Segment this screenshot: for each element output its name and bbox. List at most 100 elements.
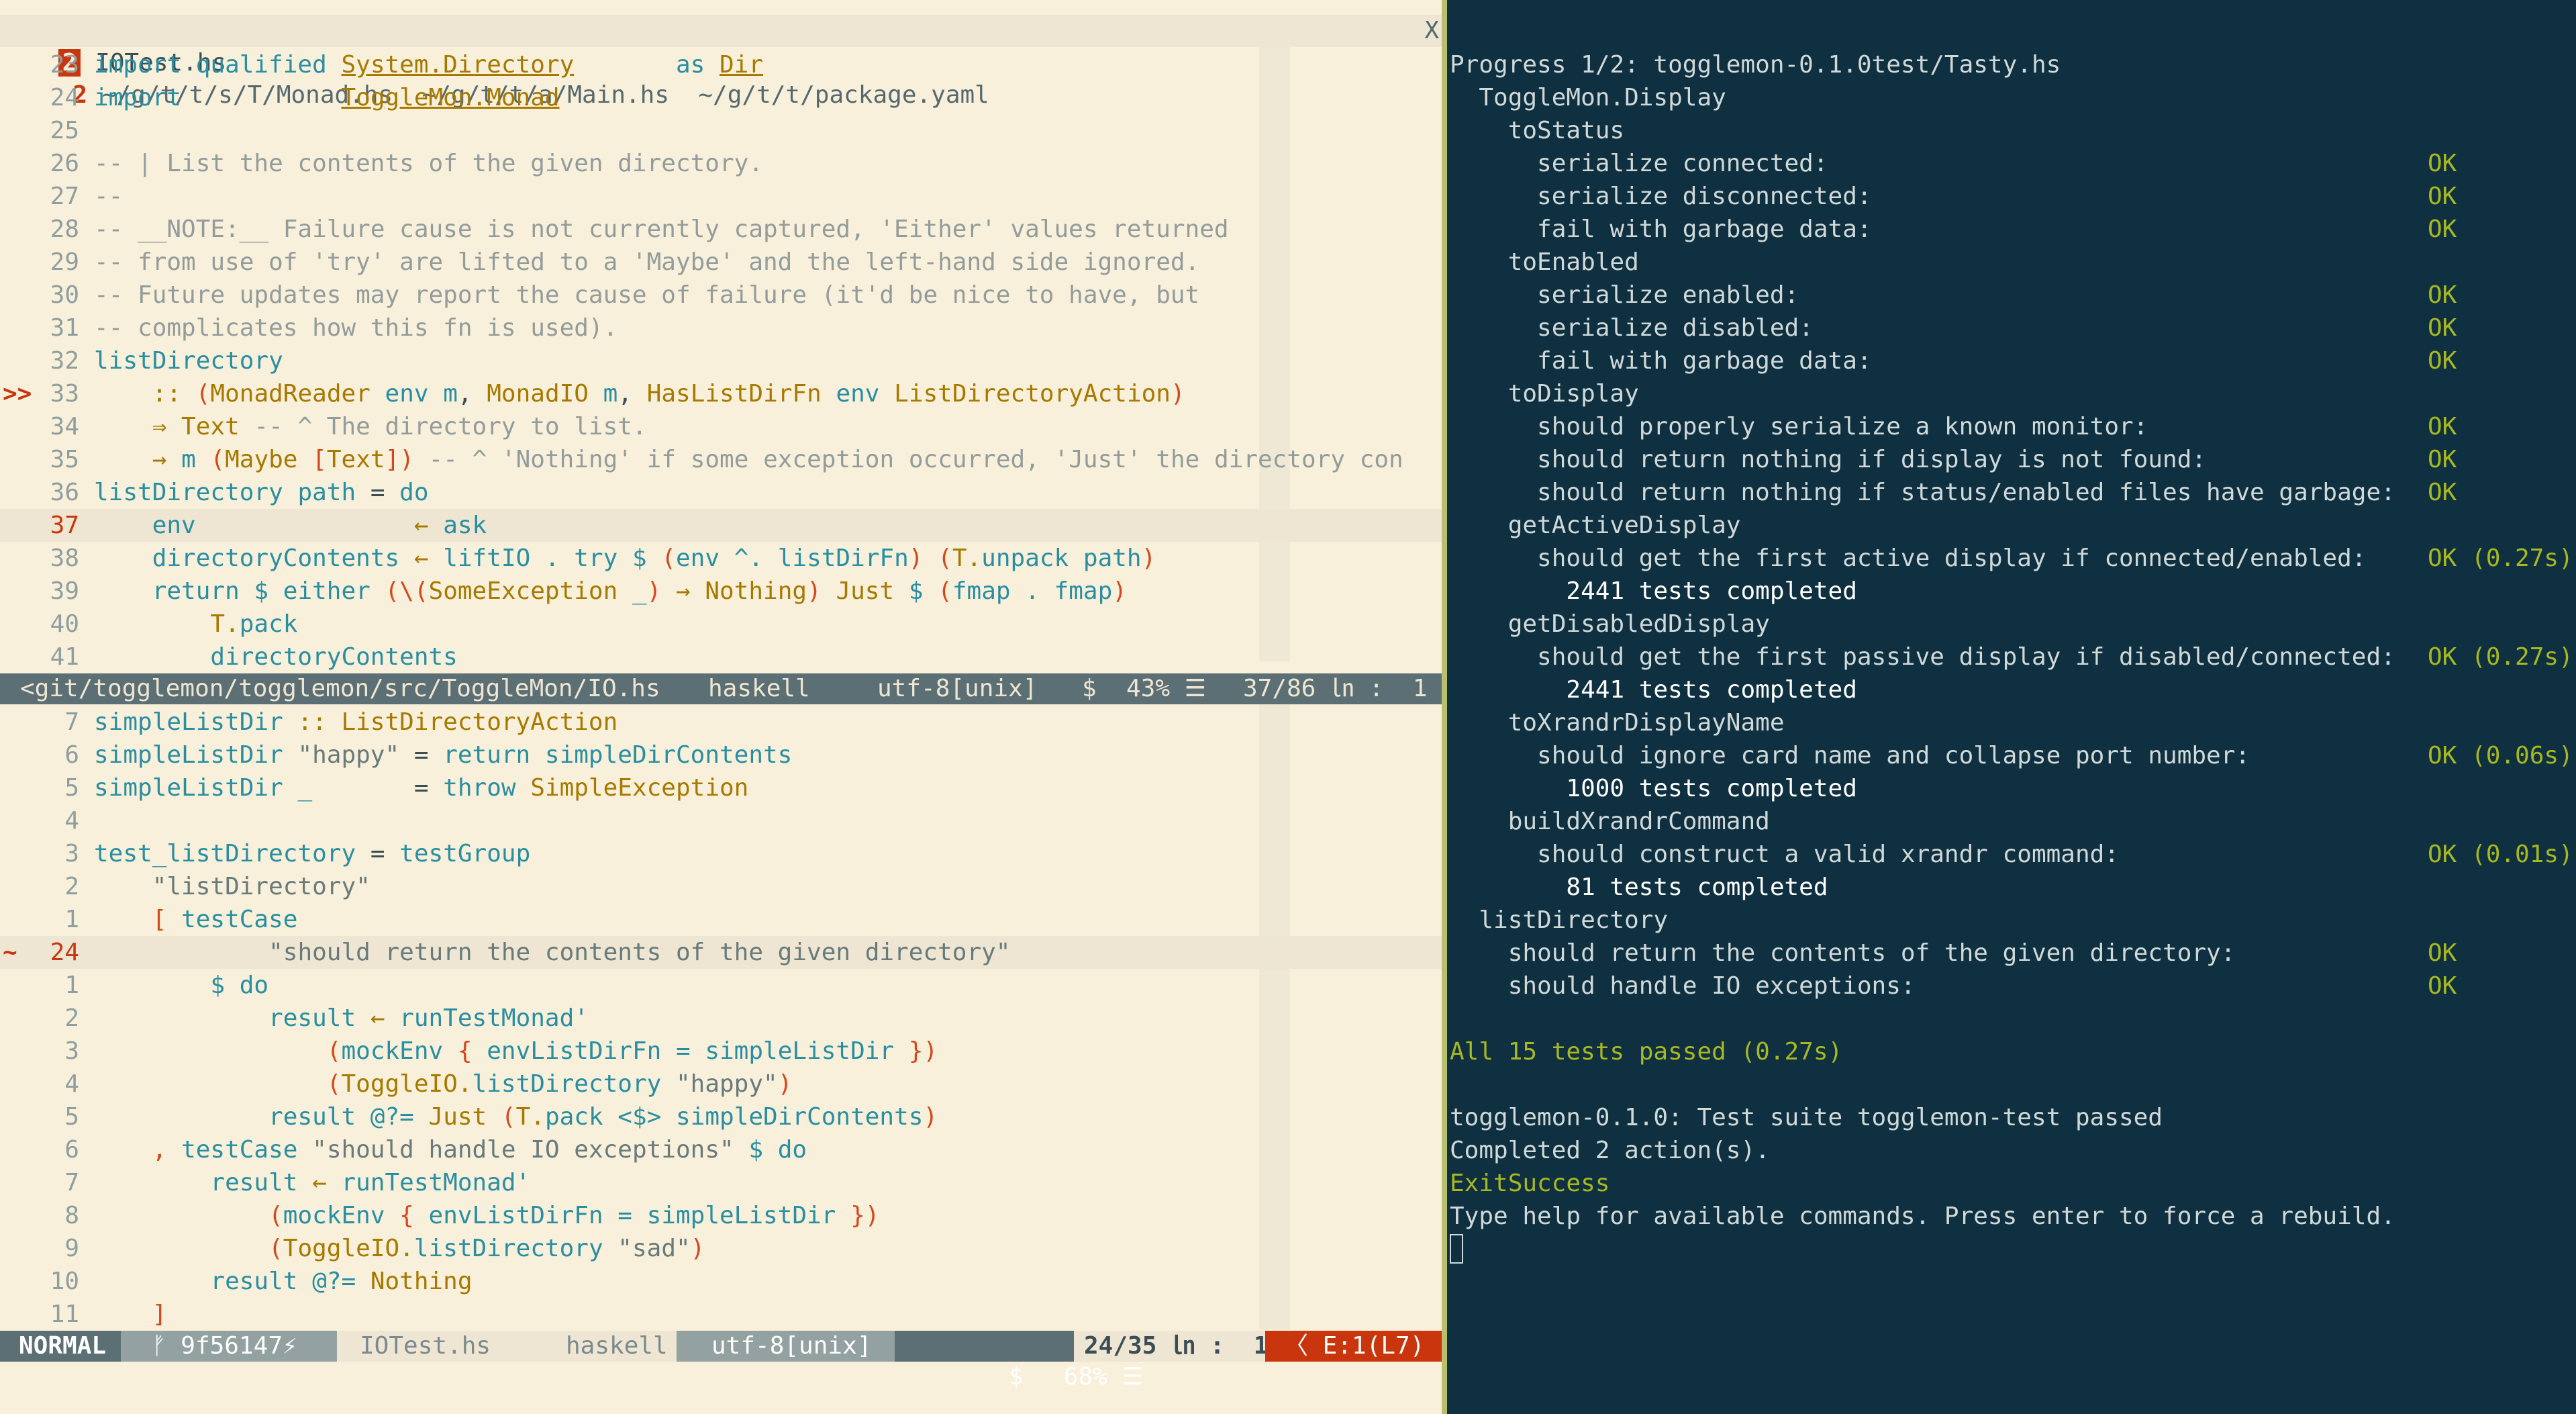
line-number: 4 [64,807,79,835]
code-token: ]) [385,446,429,473]
code-text: (ToggleIO.listDirectory "happy") [94,1068,793,1100]
code-line[interactable]: 37 env ← ask [0,509,1442,542]
code-token: ToggleIO. [283,1235,414,1262]
code-line[interactable]: 6 , testCase "should handle IO exception… [0,1133,1442,1166]
code-token: -- Future updates may report the cause o… [94,281,1200,309]
code-line[interactable]: 39 return $ either (\(SomeException _) →… [0,575,1442,608]
terminal-text: toXrandrDisplayName [1450,709,1785,737]
code-text: (mockEnv { envListDirFn = simpleListDir … [94,1035,938,1068]
code-line[interactable]: 9 (ToggleIO.listDirectory "sad") [0,1232,1442,1265]
terminal-line: 1000 tests completed [1450,772,1857,805]
terminal-line: should construct a valid xrandr command:… [1450,838,2573,871]
code-line[interactable]: 38 directoryContents ← liftIO . try $ (e… [0,542,1442,575]
code-line[interactable]: 35 → m (Maybe [Text]) -- ^ 'Nothing' if … [0,443,1442,476]
code-token: envListDirFn = simpleListDir [428,1202,851,1229]
code-line[interactable]: 30 -- Future updates may report the cause… [0,279,1442,312]
line-number: 7 [64,708,79,736]
line-number: 23 [50,51,79,79]
status-position: 24/35 ㏑ : 1 [1074,1331,1268,1362]
line-number: 35 [50,446,79,473]
code-token: liftIO . try $ [443,545,662,572]
code-token: ← [413,545,444,572]
code-token: = [370,840,400,867]
terminal-line: fail with garbage data: OK [1450,213,2457,246]
code-text: → m (Maybe [Text]) -- ^ 'Nothing' if som… [94,443,1403,476]
pane-divider[interactable] [1442,0,1447,1414]
terminal-line: ExitSuccess [1450,1167,1609,1200]
code-line[interactable]: ~24 "should return the contents of the g… [0,936,1442,969]
code-line[interactable]: 2 "listDirectory" [0,870,1442,903]
code-line[interactable]: >> 33 :: (MonadReader env m, MonadIO m, H… [0,377,1442,410]
code-line[interactable]: 2 result ← runTestMonad' [0,1002,1442,1035]
code-token: -- [94,183,123,210]
code-line[interactable]: 7 result ← runTestMonad' [0,1166,1442,1199]
code-token: unpack path [981,545,1142,572]
code-line[interactable]: 41 directoryContents [0,641,1442,673]
bottom-code-window[interactable]: 7 simpleListDir :: ListDirectoryAction 6 si… [0,706,1442,1330]
terminal-text: togglemon-0.1.0: Test suite togglemon-te… [1450,1104,2163,1131]
code-token: , [617,380,647,408]
code-token: testCase [181,1136,313,1164]
code-line[interactable]: 29 -- from use of 'try' are lifted to a '… [0,246,1442,279]
code-token: -- ^ 'Nothing' if some exception occurre… [428,446,1403,473]
status-error-indicator[interactable]: 〈 E:1(L7) [1265,1331,1442,1362]
vim-editor-pane[interactable]: 2 IOTest.hs 2 ~/g/t/t/s/T/Monad.hs ~/g/t… [0,0,1442,1414]
code-line[interactable]: 7 simpleListDir :: ListDirectoryAction [0,706,1442,739]
code-line[interactable]: 27 -- [0,180,1442,213]
code-line[interactable]: 6 simpleListDir "happy" = return simpleDi… [0,739,1442,771]
code-token: → [152,446,182,473]
code-line[interactable]: 31 -- complicates how this fn is used). [0,312,1442,344]
line-number: 38 [50,545,79,572]
line-number: 10 [50,1268,79,1295]
code-line[interactable]: 1 $ do [0,969,1442,1002]
code-line[interactable]: 36 listDirectory path = do [0,476,1442,509]
tab-close-button[interactable]: X [1424,15,1439,47]
code-line[interactable]: 11 ] [0,1298,1442,1330]
terminal-text: 1000 tests completed [1450,775,1857,802]
line-number: 41 [50,643,79,671]
code-line[interactable]: 4 (ToggleIO.listDirectory "happy") [0,1068,1442,1100]
code-line[interactable]: 40 T.pack [0,608,1442,641]
code-line[interactable]: 26 -- | List the contents of the given di… [0,147,1442,180]
code-token: m [603,380,618,408]
code-line[interactable]: 24 import ToggleMon.Monad [0,81,1442,114]
code-line[interactable]: 23 import qualified System.Directory as D… [0,48,1442,81]
code-line[interactable]: 3 (mockEnv { envListDirFn = simpleListDi… [0,1035,1442,1068]
terminal-line: serialize disconnected: OK [1450,180,2457,213]
code-line[interactable]: 25 [0,114,1442,147]
code-token: Just [836,577,909,605]
code-line[interactable]: 5 result @?= Just (T.pack <$> simpleDirC… [0,1100,1442,1133]
code-line[interactable]: 3 test_listDirectory = testGroup [0,837,1442,870]
terminal-text: serialize disconnected: [1450,183,1872,210]
code-line[interactable]: 34 ⇒ Text -- ^ The directory to list. [0,410,1442,443]
code-line[interactable]: 32 listDirectory [0,344,1442,377]
terminal-text: 2441 tests completed [1450,676,1857,704]
code-line[interactable]: 5 simpleListDir _ = throw SimpleException [0,771,1442,804]
status-percent: 43% ☰ [1126,675,1206,702]
code-line[interactable]: 10 result @?= Nothing [0,1265,1442,1298]
code-token: do [239,972,269,999]
code-token: , [152,1136,182,1164]
terminal-pane[interactable]: Progress 1/2: togglemon-0.1.0test/Tasty.… [1447,0,2576,1414]
line-number: 7 [64,1169,79,1196]
terminal-line: fail with garbage data: OK [1450,344,2457,377]
code-line[interactable]: 8 (mockEnv { envListDirFn = simpleListDi… [0,1199,1442,1232]
code-text: directoryContents ← liftIO . try $ (env … [94,542,1156,575]
line-number: 34 [50,413,79,440]
code-token: ← [312,1169,342,1196]
code-token: ( [268,1202,283,1229]
code-line[interactable]: 1 [ testCase [0,903,1442,936]
top-code-window[interactable]: 23 import qualified System.Directory as D… [0,48,1442,673]
code-text: result ← runTestMonad' [94,1002,589,1035]
code-line[interactable]: 28 -- __NOTE:__ Failure cause is not curr… [0,213,1442,246]
test-result-ok: OK [2428,281,2457,309]
terminal-line: should get the first active display if c… [1450,542,2573,575]
line-number: 26 [50,150,79,177]
terminal-text: should construct a valid xrandr command: [1450,841,2119,868]
code-line[interactable]: 4 [0,804,1442,837]
